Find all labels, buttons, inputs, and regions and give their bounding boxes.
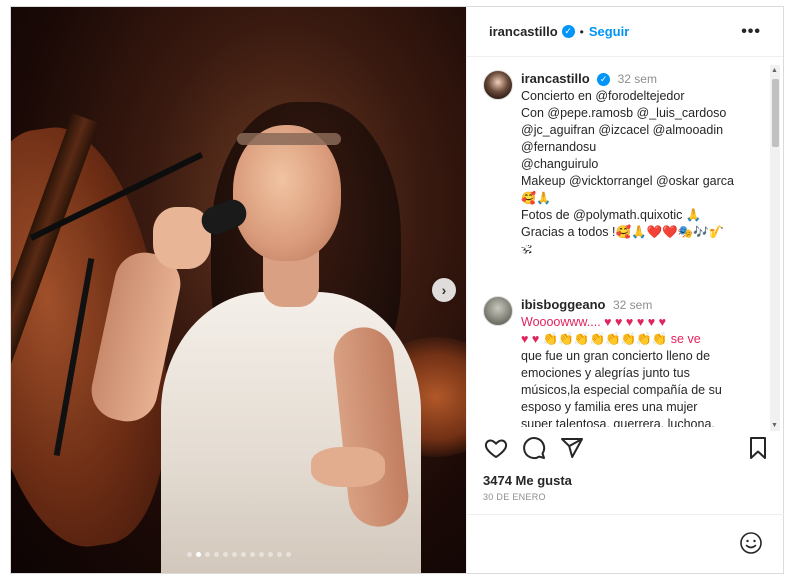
comments-list[interactable]: irancastillo ✓ 32 sem Concierto en @foro…: [467, 58, 784, 427]
carousel-dot: [186, 552, 192, 557]
verified-badge-icon: ✓: [597, 73, 611, 87]
comment-line: que fue un gran concierto lleno de: [521, 349, 711, 363]
comment-username[interactable]: ibisboggeano: [521, 297, 606, 312]
carousel-dot: [195, 552, 201, 557]
carousel-dot: [213, 552, 219, 557]
comment-line: 🕉: [521, 242, 532, 256]
comment-line: ♥ ♥ 👏👏👏👏👏👏👏👏 se ve: [521, 332, 701, 346]
comment: ibisboggeano 32 sem Woooowww.... ♥ ♥ ♥ ♥…: [483, 296, 763, 427]
comment-icon[interactable]: [521, 435, 547, 461]
carousel-dot: [231, 552, 237, 557]
carousel-dot: [276, 552, 282, 557]
comment-time: 32 sem: [612, 298, 653, 312]
follow-button[interactable]: Seguir: [589, 24, 629, 39]
comment-line: esposo y familia eres una mujer: [521, 400, 698, 414]
comment-line: Con @pepe.ramosb @_luis_cardoso: [521, 106, 727, 120]
scroll-down-icon[interactable]: ▼: [771, 422, 778, 429]
carousel-dot: [285, 552, 291, 557]
carousel-next-button[interactable]: ›: [432, 278, 456, 302]
comment-username[interactable]: irancastillo: [521, 71, 590, 86]
carousel-dot: [240, 552, 246, 557]
heart-icon[interactable]: [483, 435, 509, 461]
singer-face: [233, 125, 341, 261]
comment-line: músicos,la especial compañía de su: [521, 383, 722, 397]
comment-line: Gracias a todos !🥰🙏❤️❤️🎭🎶🎷: [521, 225, 725, 239]
post-date: 30 DE ENERO: [483, 492, 546, 502]
comment-line: Woooowww.... ♥ ♥ ♥ ♥ ♥ ♥: [521, 315, 667, 329]
comment-line: Fotos de @polymath.quixotic 🙏: [521, 208, 702, 222]
scrollbar-thumb[interactable]: [772, 79, 779, 147]
scroll-up-icon[interactable]: ▲: [771, 67, 778, 74]
action-bar: [483, 435, 773, 465]
post-side-panel: irancastillo ✓ • Seguir ••• irancastillo…: [466, 7, 784, 573]
post-photo[interactable]: ›: [11, 7, 466, 573]
verified-badge-icon: ✓: [561, 25, 575, 38]
share-icon[interactable]: [559, 435, 585, 461]
avatar[interactable]: [483, 296, 513, 326]
post-header: irancastillo ✓ • Seguir •••: [467, 7, 783, 57]
comment-line: @changuirulo: [521, 157, 599, 171]
smiley-icon[interactable]: [739, 531, 763, 555]
carousel-dots: [11, 552, 466, 557]
author-username[interactable]: irancastillo: [489, 24, 558, 39]
carousel-dot: [249, 552, 255, 557]
comment-line: @jc_aguifran @izcacel @almooadin: [521, 123, 724, 137]
carousel-dot: [204, 552, 210, 557]
comment-time: 32 sem: [617, 72, 657, 86]
likes-count[interactable]: 3474 Me gusta: [483, 473, 572, 488]
avatar[interactable]: [483, 70, 513, 100]
comment-line: @fernandosu: [521, 140, 597, 154]
post-modal: › irancastillo ✓ • Seguir ••• irancastil…: [10, 6, 784, 574]
comments-scrollbar[interactable]: ▲ ▼: [770, 65, 780, 431]
bookmark-icon[interactable]: [745, 435, 771, 461]
more-options-icon[interactable]: •••: [741, 23, 761, 41]
comment-line: Makeup @vicktorrangel @oskar garca: [521, 174, 734, 188]
carousel-dot: [222, 552, 228, 557]
comment-line: Concierto en @forodeltejedor: [521, 89, 685, 103]
separator-dot: •: [579, 24, 584, 39]
comment-line: 🥰🙏: [521, 191, 551, 205]
carousel-dot: [267, 552, 273, 557]
divider: [467, 514, 784, 515]
carousel-dot: [258, 552, 264, 557]
caption-comment: irancastillo ✓ 32 sem Concierto en @foro…: [483, 70, 763, 258]
comment-line: emociones y alegrías junto tus: [521, 366, 690, 380]
comment-line: super talentosa, guerrera, luchona,: [521, 417, 715, 427]
